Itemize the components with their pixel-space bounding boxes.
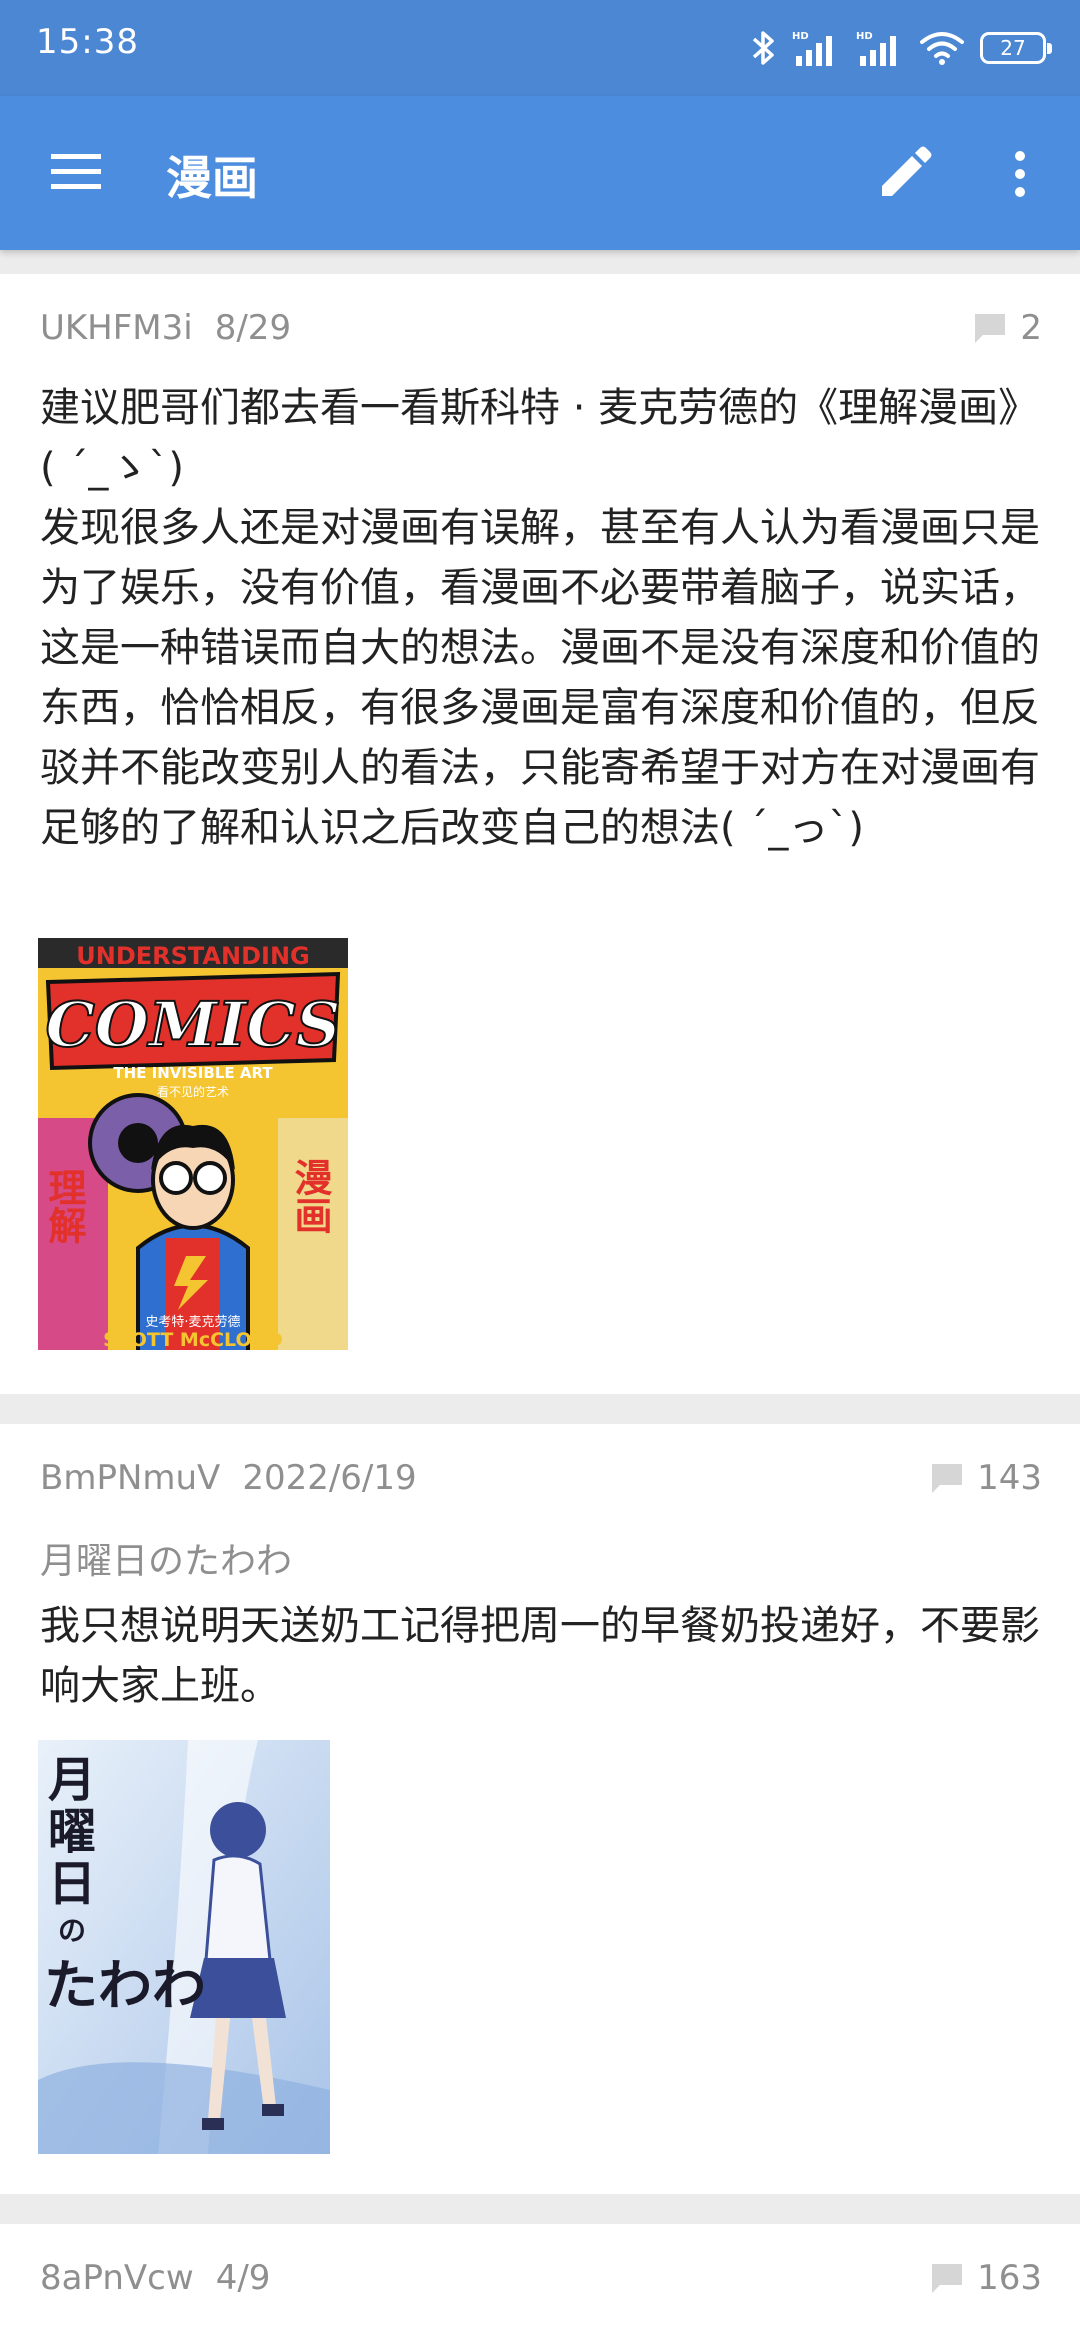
battery-icon: 27	[980, 32, 1052, 64]
status-icons: HD HD 27	[750, 22, 1052, 74]
page-title: 漫画	[166, 151, 258, 205]
cover-title-main: COMICS	[45, 988, 340, 1061]
svg-text:HD: HD	[856, 31, 873, 42]
cover-tagline-cn: 看不见的艺术	[157, 1084, 229, 1099]
wifi-icon	[920, 32, 964, 65]
app-bar: 漫画	[0, 96, 1080, 250]
comment-icon	[932, 1464, 963, 1493]
comics-cover-art: UNDERSTANDING COMICS THE INVISIBLE ART 看…	[38, 938, 348, 1350]
signal-hd-icon: HD	[856, 31, 896, 66]
post-image[interactable]: UNDERSTANDING COMICS THE INVISIBLE ART 看…	[38, 938, 348, 1350]
menu-icon[interactable]	[46, 146, 106, 196]
reply-count-value: 2	[1020, 308, 1042, 348]
tawawa-cover-art: 月 曜 日 の たわわ	[38, 1740, 330, 2154]
reply-count[interactable]: 143	[929, 1458, 1042, 1498]
cover-author: SCOTT McCLOUD	[103, 1329, 283, 1350]
post-user-id: UKHFM3i	[40, 308, 193, 348]
cover-title-line1: 月	[48, 1752, 96, 1808]
cover-title-line4: の	[58, 1914, 86, 1947]
post-date: 4/9	[215, 2258, 271, 2298]
battery-level: 27	[1000, 36, 1026, 60]
signal-hd-icon: HD	[792, 31, 832, 66]
post-meta: 8aPnVcw 4/9	[40, 2258, 270, 2298]
post-card[interactable]: BmPNmuV 2022/6/19 143 月曜日のたわわ 我只想说明天送奶工记得…	[0, 1424, 1080, 2194]
cover-left-cn: 理解	[42, 1168, 86, 1244]
cover-title-line2: 曜	[48, 1804, 96, 1860]
post-title: 月曜日のたわわ	[40, 1541, 293, 1582]
post-user-id: 8aPnVcw	[40, 2258, 194, 2298]
reply-count-value: 163	[977, 2258, 1042, 2298]
reply-count[interactable]: 2	[972, 308, 1042, 348]
comment-icon	[932, 2264, 963, 2293]
status-bar: 15:38 HD HD 27	[0, 0, 1080, 96]
bluetooth-icon	[752, 31, 774, 65]
post-card[interactable]: UKHFM3i 8/29 2 建议肥哥们都去看一看斯科特 · 麦克劳德的《理解漫画…	[0, 274, 1080, 1394]
more-vert-icon[interactable]	[1000, 142, 1040, 206]
post-content: 建议肥哥们都去看一看斯科特 · 麦克劳德的《理解漫画》( ˊ_ゝˋ) 发现很多人…	[40, 385, 1040, 851]
cover-right-cn: 漫画	[288, 1158, 332, 1234]
post-content: 我只想说明天送奶工记得把周一的早餐奶投递好，不要影响大家上班。	[40, 1603, 1040, 1709]
post-meta: UKHFM3i 8/29	[40, 308, 291, 348]
cover-tagline: THE INVISIBLE ART	[113, 1064, 273, 1082]
cover-author-cn: 史考特·麦克劳德	[145, 1314, 240, 1330]
post-image[interactable]: 月 曜 日 の たわわ	[38, 1740, 330, 2154]
comment-icon	[975, 314, 1006, 343]
post-meta: BmPNmuV 2022/6/19	[40, 1458, 417, 1498]
cover-title-top: UNDERSTANDING	[76, 942, 309, 970]
edit-icon[interactable]	[872, 142, 936, 206]
post-user-id: BmPNmuV	[40, 1458, 221, 1498]
post-date: 2022/6/19	[242, 1458, 417, 1498]
cover-title-line3: 日	[48, 1856, 96, 1912]
status-time: 15:38	[36, 22, 139, 62]
reply-count[interactable]: 163	[929, 2258, 1042, 2298]
reply-count-value: 143	[977, 1458, 1042, 1498]
cover-title-line5: たわわ	[44, 1954, 206, 2017]
post-card[interactable]: 8aPnVcw 4/9 163	[0, 2224, 1080, 2340]
post-date: 8/29	[214, 308, 292, 348]
svg-text:HD: HD	[792, 31, 809, 42]
